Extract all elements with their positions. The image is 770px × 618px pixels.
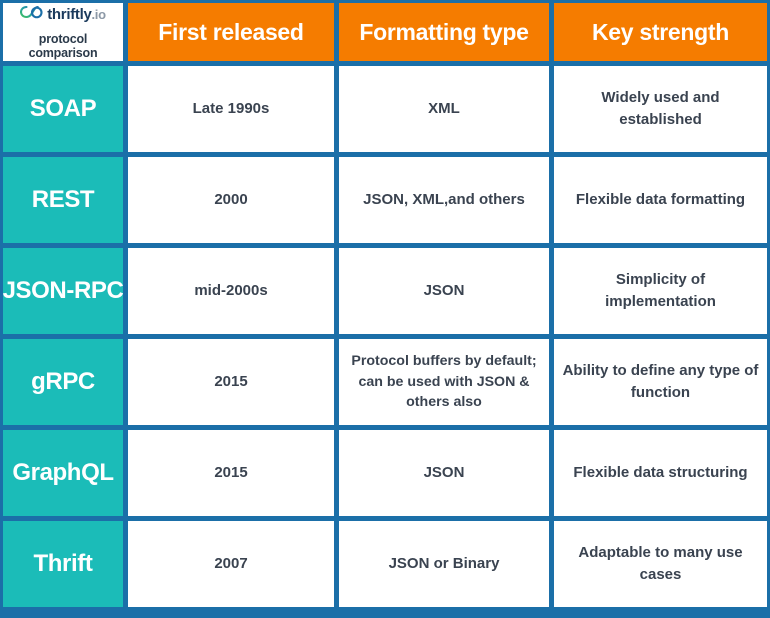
protocol-comparison-table: thriftly.io protocol comparison First re… <box>0 0 770 618</box>
brand-logo-cell: thriftly.io protocol comparison <box>3 3 123 61</box>
table-row: GraphQL 2015 JSON Flexible data structur… <box>3 430 767 516</box>
table-row: JSON- RPC mid-2000s JSON Simplicity of im… <box>3 248 767 334</box>
protocol-label: GraphQL <box>3 430 123 516</box>
cell-formatting-type: JSON <box>339 430 549 516</box>
cell-first-released: Late 1990s <box>128 66 334 152</box>
cell-key-strength: Flexible data formatting <box>554 157 767 243</box>
brand-subtitle-line-1: protocol <box>38 32 88 47</box>
cell-key-strength: Simplicity of implementation <box>554 248 767 334</box>
brand-logo: thriftly.io <box>20 4 106 25</box>
column-header-key-strength: Key strength <box>554 3 767 61</box>
cell-key-strength: Flexible data structuring <box>554 430 767 516</box>
thriftly-infinity-logo-icon <box>20 4 43 25</box>
protocol-label: JSON- RPC <box>3 248 123 334</box>
table-row: REST 2000 JSON, XML, and others Flexible … <box>3 157 767 243</box>
brand-tld: .io <box>91 7 107 23</box>
cell-key-strength: Ability to define any type of function <box>554 339 767 425</box>
brand-subtitle-line-2: comparison <box>28 46 98 60</box>
cell-first-released: mid-2000s <box>128 248 334 334</box>
table-header-row: thriftly.io protocol comparison First re… <box>3 3 767 61</box>
protocol-label: gRPC <box>3 339 123 425</box>
table-row: gRPC 2015 Protocol buffers by default; c… <box>3 339 767 425</box>
cell-formatting-type: XML <box>339 66 549 152</box>
column-header-formatting-type: Formatting type <box>339 3 549 61</box>
protocol-label: REST <box>3 157 123 243</box>
brand-name: thriftly <box>47 6 92 24</box>
table-row: SOAP Late 1990s XML Widely used and esta… <box>3 66 767 152</box>
cell-formatting-type: JSON <box>339 248 549 334</box>
cell-formatting-type: Protocol buffers by default; can be used… <box>339 339 549 425</box>
cell-key-strength: Adaptable to many use cases <box>554 521 767 607</box>
brand-subtitle: protocol comparison <box>28 32 98 61</box>
cell-first-released: 2000 <box>128 157 334 243</box>
cell-key-strength: Widely used and established <box>554 66 767 152</box>
brand-wordmark: thriftly.io <box>47 7 106 22</box>
protocol-label: SOAP <box>3 66 123 152</box>
table-row: Thrift 2007 JSON or Binary Adaptable to … <box>3 521 767 607</box>
column-header-first-released: First released <box>128 3 334 61</box>
cell-first-released: 2015 <box>128 339 334 425</box>
cell-formatting-type: JSON or Binary <box>339 521 549 607</box>
cell-first-released: 2007 <box>128 521 334 607</box>
cell-formatting-type: JSON, XML, and others <box>339 157 549 243</box>
cell-first-released: 2015 <box>128 430 334 516</box>
protocol-label: Thrift <box>3 521 123 607</box>
